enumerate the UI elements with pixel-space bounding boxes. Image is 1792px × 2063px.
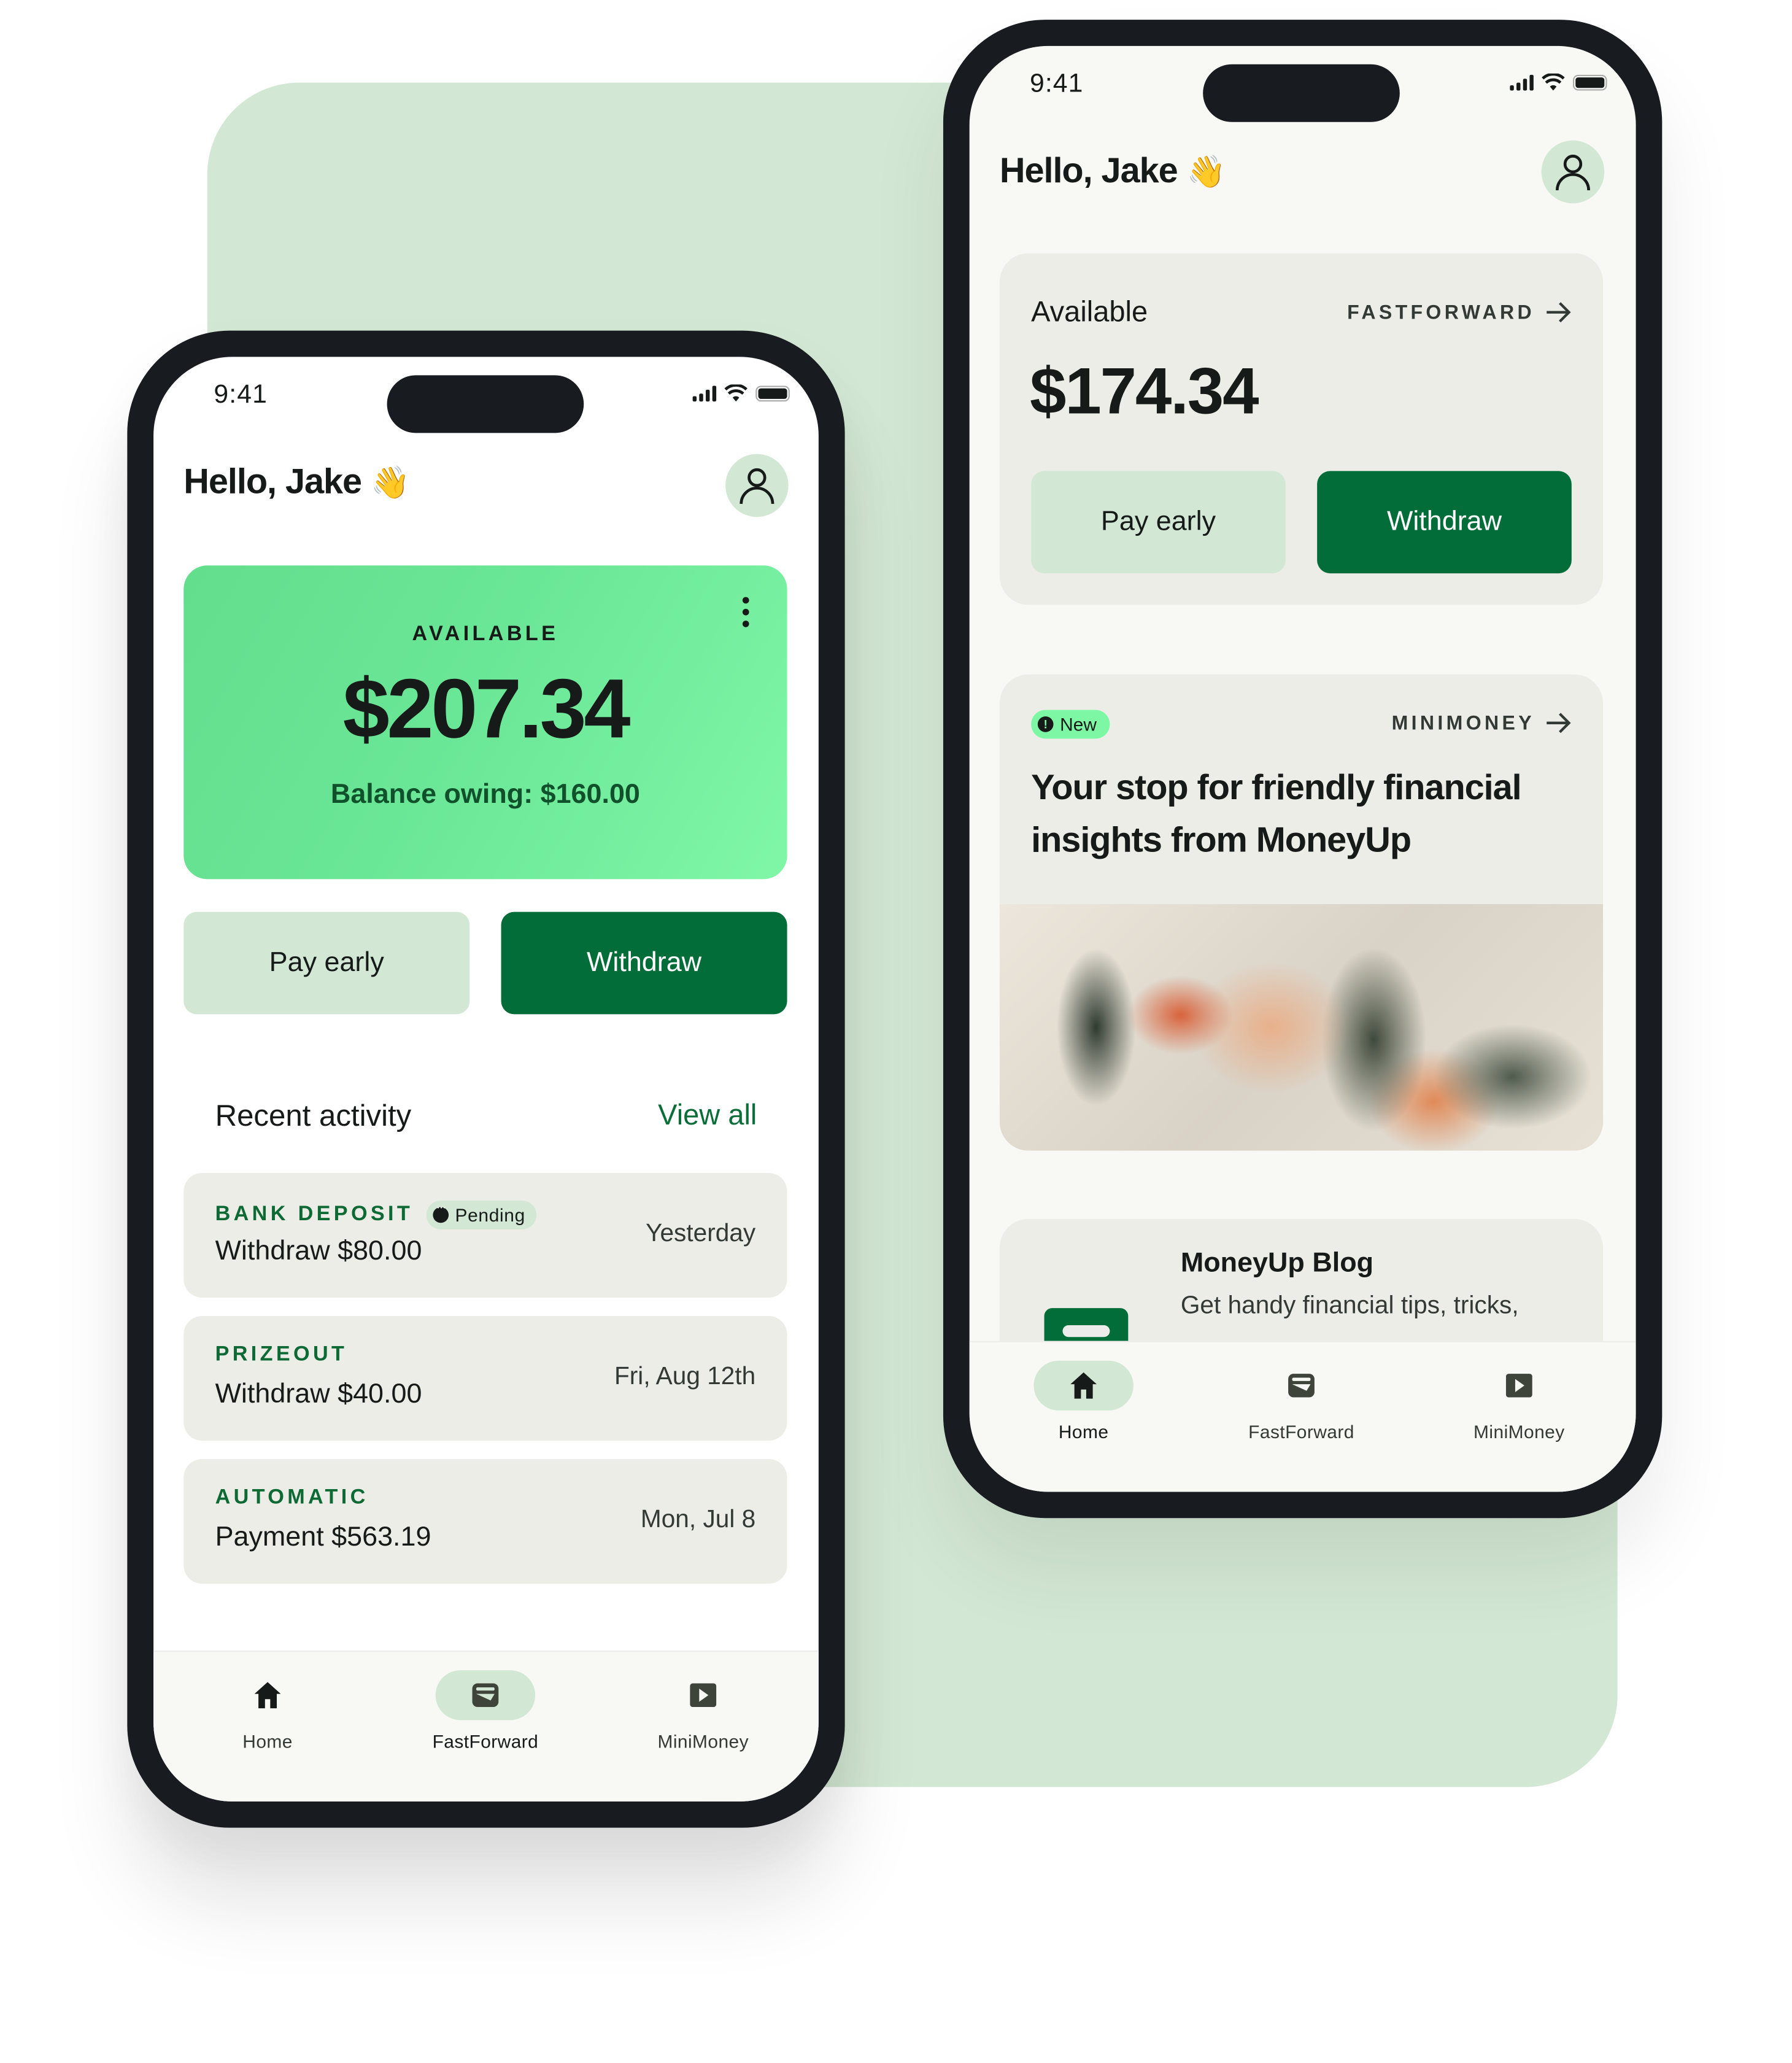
blog-title: MoneyUp Blog [1180,1247,1374,1279]
dynamic-island [387,375,584,433]
alert-badge-icon: ! [1037,716,1054,732]
wallet-icon [472,1683,499,1708]
tab-minimoney[interactable]: MiniMoney [1440,1361,1598,1442]
right-screen: 9:41 Hello, Jake 👋 Available FASTFORWARD [969,45,1636,1492]
view-all-link[interactable]: View all [658,1098,757,1132]
status-time: 9:41 [1030,69,1084,99]
stage: 9:41 Hello, Jake 👋 AVAILABLE $207.34 Bal… [0,0,1792,2062]
user-icon [740,468,774,504]
wifi-icon [1542,73,1565,91]
tab-bar: Home FastForward MiniMoney [153,1651,819,1802]
tab-bar: Home FastForward MiniMoney [969,1341,1636,1492]
more-horizontal-icon [433,1201,449,1223]
new-badge: ! New [1031,710,1110,739]
available-balance-card: Available FASTFORWARD $174.34 Pay early … [999,253,1604,605]
withdraw-button[interactable]: Withdraw [1317,471,1572,574]
right-phone: 9:41 Hello, Jake 👋 Available FASTFORWARD [943,20,1663,1519]
activity-item[interactable]: BANK DEPOSIT Pending Withdraw $80.00 Yes… [183,1173,787,1298]
left-phone: 9:41 Hello, Jake 👋 AVAILABLE $207.34 Bal… [127,330,845,1828]
balance-owing: Balance owing: $160.00 [330,779,640,810]
activity-category: AUTOMATIC [215,1486,369,1509]
promo-image [999,904,1604,1151]
status-bar: 9:41 [970,46,1636,125]
tab-home[interactable]: Home [189,1670,347,1752]
activity-category: BANK DEPOSIT [215,1203,414,1226]
wallet-icon [1288,1374,1315,1398]
minimoney-promo-card[interactable]: ! New MINIMONEY Your stop for friendly f… [999,674,1604,1151]
home-icon [1070,1372,1097,1399]
activity-category: PRIZEOUT [215,1343,348,1366]
battery-icon [755,385,790,401]
tab-home[interactable]: Home [1005,1360,1162,1442]
activity-date: Yesterday [646,1220,756,1248]
available-balance-card: AVAILABLE $207.34 Balance owing: $160.00 [183,565,787,880]
greeting: Hello, Jake 👋 [183,462,410,501]
dynamic-island [1203,64,1400,122]
left-screen: 9:41 Hello, Jake 👋 AVAILABLE $207.34 Bal… [153,357,819,1802]
wave-emoji-icon: 👋 [371,465,410,501]
greeting: Hello, Jake 👋 [999,150,1226,190]
available-label: Available [1031,295,1148,328]
signal-icon [692,385,717,401]
activity-date: Mon, Jul 8 [640,1506,756,1534]
arrow-right-icon [1547,302,1571,323]
profile-button[interactable] [1541,140,1605,204]
blog-description: Get handy financial tips, tricks, [1180,1292,1519,1320]
withdraw-button[interactable]: Withdraw [501,912,787,1015]
home-icon [254,1682,281,1709]
activity-description: Withdraw $80.00 [215,1236,422,1266]
pay-early-button[interactable]: Pay early [1031,471,1286,574]
battery-icon [1572,74,1607,90]
user-icon [1555,155,1590,191]
signal-icon [1510,74,1534,90]
profile-button[interactable] [725,454,789,517]
activity-date: Fri, Aug 12th [614,1363,756,1391]
available-amount: $207.34 [342,661,631,756]
available-label: AVAILABLE [412,623,559,646]
minimoney-link[interactable]: MINIMONEY [1392,711,1572,735]
status-bar: 9:41 [153,357,819,435]
tab-fastforward[interactable]: FastForward [1222,1361,1380,1442]
wave-emoji-icon: 👋 [1186,155,1226,190]
recent-activity-title: Recent activity [215,1098,412,1132]
tab-minimoney[interactable]: MiniMoney [624,1670,782,1752]
play-icon [690,1683,717,1708]
pending-badge: Pending [426,1201,538,1229]
activity-description: Withdraw $40.00 [215,1379,422,1409]
activity-description: Payment $563.19 [215,1522,431,1552]
promo-title: Your stop for friendly financial insight… [1031,767,1522,860]
tab-fastforward[interactable]: FastForward [407,1670,565,1752]
play-icon [1505,1374,1532,1398]
status-time: 9:41 [214,380,268,409]
available-amount: $174.34 [1030,354,1259,428]
activity-item[interactable]: PRIZEOUT Withdraw $40.00 Fri, Aug 12th [183,1316,787,1441]
arrow-right-icon [1547,713,1571,733]
pay-early-button[interactable]: Pay early [183,912,470,1015]
activity-item[interactable]: AUTOMATIC Payment $563.19 Mon, Jul 8 [183,1459,787,1584]
wifi-icon [724,384,747,402]
fastforward-link[interactable]: FASTFORWARD [1347,301,1572,324]
